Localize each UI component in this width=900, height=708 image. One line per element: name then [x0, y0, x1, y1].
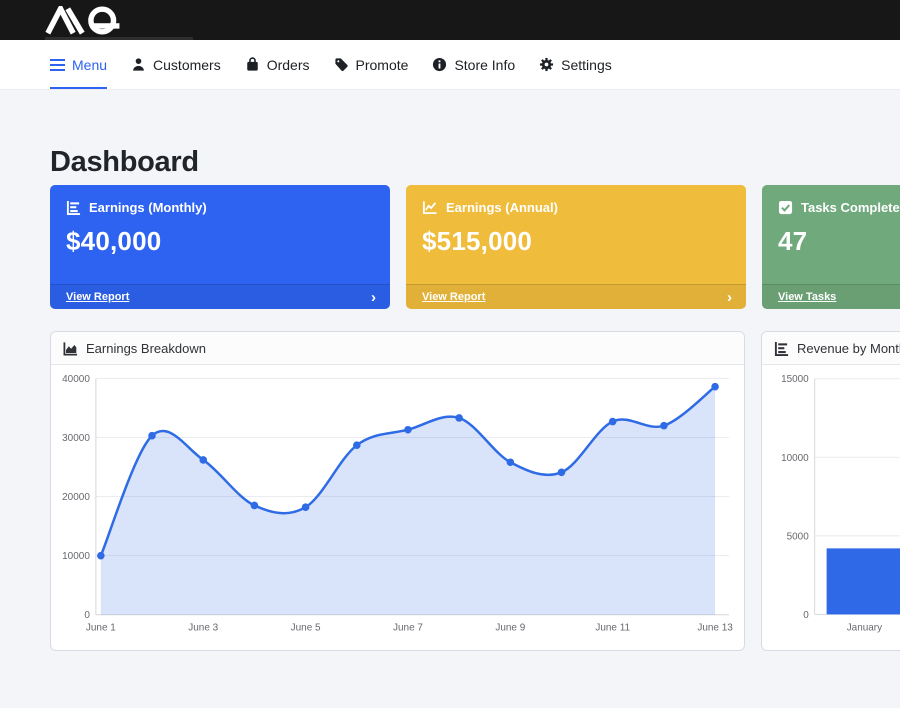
line-chart-icon: [422, 200, 438, 215]
card-footer: View Tasks ›: [762, 284, 900, 309]
card-earnings-monthly: Earnings (Monthly) $40,000 View Report ›: [50, 185, 390, 309]
nav-item-orders[interactable]: Orders: [245, 40, 310, 89]
svg-text:15000: 15000: [781, 374, 809, 385]
nav-item-settings[interactable]: Settings: [539, 40, 612, 89]
nav-item-store-info[interactable]: Store Info: [432, 40, 515, 89]
tag-icon: [334, 57, 349, 72]
chart-panels-row: Earnings Breakdown 0 10000 20000 30000 40000…: [50, 331, 900, 651]
card-value: $515,000: [422, 226, 730, 257]
card-footer: View Report ›: [406, 284, 746, 309]
main-nav: Menu Customers Orders Promote Store Info: [0, 40, 900, 90]
main-content: Dashboard Earnings (Monthly) $40,000 Vie…: [0, 146, 900, 651]
card-value: 47: [778, 226, 900, 257]
panel-header: Revenue by Month: [762, 332, 900, 365]
shopping-bag-icon: [245, 57, 260, 72]
card-value: $40,000: [66, 226, 374, 257]
card-tasks-completed: Tasks Completed 47 View Tasks ›: [762, 185, 900, 309]
chevron-right-icon: ›: [727, 290, 732, 305]
svg-text:10000: 10000: [781, 453, 809, 464]
panel-header: Earnings Breakdown: [51, 332, 744, 365]
revenue-by-month-panel: Revenue by Month 0 5000 10000 15000 January: [761, 331, 900, 651]
card-earnings-annual: Earnings (Annual) $515,000 View Report ›: [406, 185, 746, 309]
topbar: [0, 0, 900, 40]
svg-text:June 7: June 7: [393, 623, 423, 634]
panel-title: Revenue by Month: [797, 341, 900, 356]
nav-label: Settings: [561, 57, 612, 73]
logo-underline: [45, 37, 193, 40]
nav-label: Customers: [153, 57, 221, 73]
card-body: Earnings (Monthly) $40,000: [50, 185, 390, 257]
view-report-link[interactable]: View Report: [66, 291, 129, 303]
nav-label: Promote: [356, 57, 409, 73]
svg-text:June 3: June 3: [188, 623, 218, 634]
svg-text:June 13: June 13: [697, 623, 733, 634]
svg-text:10000: 10000: [62, 551, 90, 562]
card-footer: View Report ›: [50, 284, 390, 309]
card-body: Tasks Completed 47: [762, 185, 900, 257]
svg-text:June 9: June 9: [495, 623, 525, 634]
svg-text:June 11: June 11: [595, 623, 630, 634]
hamburger-icon: [50, 59, 65, 71]
earnings-breakdown-panel: Earnings Breakdown 0 10000 20000 30000 40000…: [50, 331, 745, 651]
svg-text:June 5: June 5: [291, 623, 321, 634]
area-chart-icon: [63, 341, 78, 356]
nav-label: Orders: [267, 57, 310, 73]
panel-title: Earnings Breakdown: [86, 341, 206, 356]
bar-chart-icon: [66, 200, 81, 215]
svg-text:January: January: [847, 622, 882, 633]
revenue-by-month-chart: 0 5000 10000 15000 January: [762, 365, 900, 651]
svg-text:5000: 5000: [787, 531, 810, 542]
card-title: Tasks Completed: [801, 200, 900, 215]
svg-text:30000: 30000: [62, 433, 90, 444]
card-body: Earnings (Annual) $515,000: [406, 185, 746, 257]
nav-label: Store Info: [454, 57, 515, 73]
stat-cards-row: Earnings (Monthly) $40,000 View Report ›…: [50, 185, 900, 309]
gear-icon: [539, 57, 554, 72]
card-title: Earnings (Monthly): [89, 200, 207, 215]
nav-label: Menu: [72, 57, 107, 73]
svg-text:0: 0: [803, 610, 809, 621]
aq-logo-icon: [45, 6, 125, 35]
bar-chart-icon: [774, 341, 789, 356]
nav-item-menu[interactable]: Menu: [50, 40, 107, 89]
nav-item-customers[interactable]: Customers: [131, 40, 221, 89]
svg-text:0: 0: [84, 610, 90, 621]
chevron-right-icon: ›: [371, 290, 376, 305]
view-tasks-link[interactable]: View Tasks: [778, 291, 836, 303]
check-square-icon: [778, 200, 793, 215]
svg-text:40000: 40000: [62, 374, 90, 385]
svg-text:June 1: June 1: [86, 623, 116, 634]
view-report-link[interactable]: View Report: [422, 291, 485, 303]
app-logo[interactable]: [45, 6, 125, 35]
nav-item-promote[interactable]: Promote: [334, 40, 409, 89]
person-icon: [131, 57, 146, 72]
page-title: Dashboard: [50, 146, 900, 179]
earnings-breakdown-chart: 0 10000 20000 30000 40000 June 1 June 3 June 5 J…: [51, 365, 744, 651]
svg-text:20000: 20000: [62, 492, 90, 503]
info-circle-icon: [432, 57, 447, 72]
card-title: Earnings (Annual): [446, 200, 558, 215]
